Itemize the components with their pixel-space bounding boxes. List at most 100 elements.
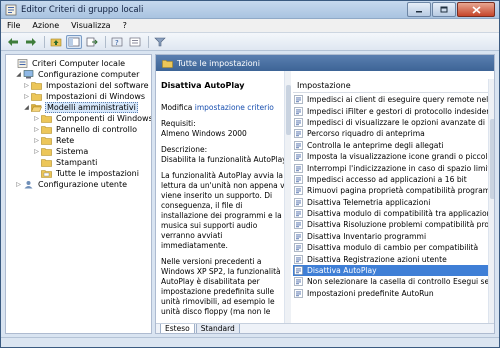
- list-item[interactable]: Interrompi l'indicizzazione in caso di s…: [293, 162, 488, 173]
- tree-expander[interactable]: ▷: [15, 181, 22, 188]
- properties-button[interactable]: [127, 35, 143, 49]
- list-item[interactable]: Impedisci accesso ad applicazioni a 16 b…: [293, 174, 488, 185]
- description-scrollbar[interactable]: [284, 71, 291, 323]
- export-button[interactable]: [84, 35, 100, 49]
- maximize-button[interactable]: [432, 2, 456, 17]
- list-item-label: Impedisci accesso ad applicazioni a 16 b…: [307, 174, 467, 184]
- requirements-label: Requisiti:: [161, 119, 196, 128]
- back-button[interactable]: [5, 35, 21, 49]
- forward-button[interactable]: [23, 35, 39, 49]
- list-item[interactable]: Controlla le anteprime degli allegati: [293, 140, 488, 151]
- close-button[interactable]: [457, 2, 495, 17]
- help-button[interactable]: ?: [109, 35, 125, 49]
- folder-icon: [41, 137, 52, 145]
- window-title: Editor Criteri di gruppo locali: [21, 5, 144, 15]
- tree-item-administrative-templates[interactable]: ◢ Modelli amministrativi: [23, 102, 138, 113]
- folder-icon: [41, 115, 52, 123]
- list-item[interactable]: Disattiva Risoluzione problemi compatibi…: [293, 219, 488, 230]
- list-item-label: Disattiva Inventario programmi: [307, 231, 427, 241]
- tree-item-label: Rete: [56, 136, 75, 145]
- folder-icon: [31, 82, 42, 90]
- filter-icon: [154, 37, 166, 46]
- toolbar-separator: [44, 35, 45, 48]
- setting-icon: [294, 140, 303, 150]
- tab-extended[interactable]: Esteso: [160, 324, 195, 333]
- tree-item-windows-settings[interactable]: ▷ Impostazioni di Windows: [23, 91, 146, 102]
- list-item[interactable]: Impedisci iFilter e gestori di protocoll…: [293, 105, 488, 116]
- menu-action[interactable]: Azione: [30, 21, 61, 30]
- tree-expander[interactable]: ▷: [33, 115, 40, 122]
- tree-item-control-panel[interactable]: ▷ Pannello di controllo: [33, 124, 138, 135]
- list-item[interactable]: Rimuovi pagina proprietà compatibilità p…: [293, 185, 488, 196]
- setting-icon: [294, 118, 303, 127]
- tree-expander[interactable]: ◢: [15, 71, 22, 78]
- menu-file[interactable]: File: [5, 21, 22, 30]
- tree-pane[interactable]: Criteri Computer locale ◢ Configurazione…: [5, 54, 152, 334]
- list-item[interactable]: Impedisci di visualizzare le opzioni ava…: [293, 117, 488, 128]
- tree-item-user-configuration[interactable]: ▷ Configurazione utente: [15, 179, 128, 190]
- menu-help[interactable]: ?: [121, 21, 129, 30]
- title-bar[interactable]: Editor Criteri di gruppo locali: [1, 1, 499, 19]
- requirements-value: Almeno Windows 2000: [161, 129, 247, 138]
- list-item-label: Disattiva Registrazione azioni utente: [307, 254, 447, 264]
- list-item[interactable]: Disattiva Registrazione azioni utente: [293, 253, 488, 264]
- menu-view[interactable]: Visualizza: [69, 21, 112, 30]
- list-item[interactable]: Disattiva Telemetria applicazioni: [293, 197, 488, 208]
- policy-editor-icon: [5, 4, 17, 16]
- list-item-selected[interactable]: Disattiva AutoPlay: [293, 264, 488, 277]
- tree-item-system[interactable]: ▷ Sistema: [33, 146, 89, 157]
- tree-item-all-settings[interactable]: Tutte le impostazioni: [33, 168, 140, 179]
- list-item[interactable]: Impedisci ai client di eseguire query re…: [293, 94, 488, 105]
- description-paragraph: Nelle versioni precedenti a Windows XP S…: [161, 257, 281, 316]
- tree-item-label: Tutte le impostazioni: [56, 169, 139, 178]
- list-item[interactable]: Imposta la visualizzazione icone grandi …: [293, 151, 488, 162]
- folder-icon: [162, 59, 173, 68]
- tree-item-software-settings[interactable]: ▷ Impostazioni del software: [23, 80, 150, 91]
- list-item-label: Impedisci di visualizzare le opzioni ava…: [307, 117, 488, 127]
- tree-item-computer-configuration[interactable]: ◢ Configurazione computer: [15, 69, 140, 80]
- filter-button[interactable]: [152, 35, 168, 49]
- scrollbar-thumb[interactable]: [490, 119, 494, 199]
- list-item[interactable]: Disattiva modulo di compatibilità tra ap…: [293, 208, 488, 219]
- folder-open-icon: [31, 104, 42, 112]
- tree-expander[interactable]: ◢: [23, 104, 30, 111]
- list-item[interactable]: Percorso riquadro di anteprima: [293, 128, 488, 139]
- edit-policy-link[interactable]: impostazione criterio: [195, 103, 274, 112]
- list-item-label: Disattiva modulo di cambio per compatibi…: [307, 243, 479, 253]
- tree-item-local-computer-policy[interactable]: Criteri Computer locale: [9, 58, 126, 69]
- back-arrow-icon: [8, 37, 18, 46]
- scrollbar-thumb[interactable]: [286, 85, 291, 135]
- toolbar-separator: [105, 35, 106, 48]
- column-header-setting[interactable]: Impostazione: [293, 79, 488, 93]
- list-item-label: Disattiva Risoluzione problemi compatibi…: [307, 220, 488, 230]
- list-item[interactable]: Disattiva modulo di cambio per compatibi…: [293, 242, 488, 253]
- modify-policy-line: Modifica impostazione criterio: [161, 103, 290, 113]
- tree-expander[interactable]: ▷: [23, 82, 30, 89]
- tab-standard[interactable]: Standard: [195, 324, 240, 333]
- settings-list-scrollbar[interactable]: [488, 79, 494, 323]
- list-item-label: Rimuovi pagina proprietà compatibilità p…: [307, 186, 488, 196]
- tree-item-network[interactable]: ▷ Rete: [33, 135, 75, 146]
- list-item[interactable]: Disattiva Inventario programmi: [293, 231, 488, 242]
- tree-item-label: Modelli amministrativi: [45, 102, 138, 113]
- folder-icon: [41, 148, 52, 156]
- tree-expander[interactable]: ▷: [23, 93, 30, 100]
- modify-prefix: Modifica: [161, 103, 193, 112]
- tree-item-label: Componenti di Windows: [56, 114, 152, 123]
- tree-item-label: Configurazione computer: [38, 70, 140, 79]
- list-item-label: Disattiva AutoPlay: [307, 266, 377, 276]
- list-item[interactable]: Impostazioni predefinite AutoRun: [293, 288, 488, 299]
- show-hide-tree-button[interactable]: [66, 34, 82, 49]
- tree-expander[interactable]: ▷: [33, 126, 40, 133]
- folder-up-icon: [50, 38, 62, 46]
- list-item[interactable]: Non selezionare la casella di controllo …: [293, 276, 488, 287]
- minimize-button[interactable]: [407, 2, 431, 17]
- tree-expander[interactable]: ▷: [33, 148, 40, 155]
- tree-item-windows-components[interactable]: ▷ Componenti di Windows: [33, 113, 152, 124]
- setting-icon: [294, 232, 303, 241]
- up-level-button[interactable]: [48, 35, 64, 49]
- setting-icon: [294, 254, 303, 264]
- tree-expander[interactable]: ▷: [33, 137, 40, 144]
- list-item-label: Percorso riquadro di anteprima: [307, 129, 425, 139]
- tree-item-printers[interactable]: Stampanti: [33, 157, 98, 168]
